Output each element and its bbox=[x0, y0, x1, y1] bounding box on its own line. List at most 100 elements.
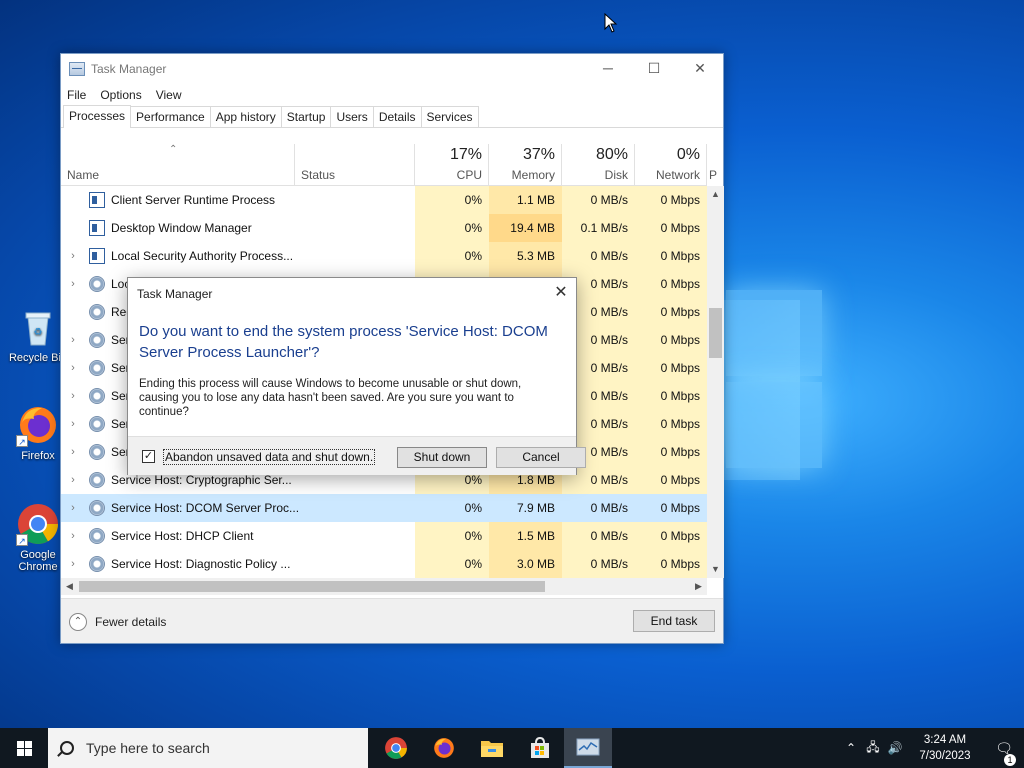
task-manager-icon bbox=[576, 738, 600, 756]
taskbar-search-box[interactable]: Type here to search bbox=[48, 728, 368, 768]
chrome-icon: ↗ bbox=[16, 502, 60, 546]
table-row[interactable]: Desktop Window Manager 0% 19.4 MB 0.1 MB/s 0… bbox=[61, 214, 707, 242]
taskbar-file-explorer-button[interactable] bbox=[468, 728, 516, 768]
wallpaper-windows-logo bbox=[720, 290, 824, 470]
column-header-status[interactable]: Status bbox=[295, 144, 415, 186]
disk-value: 0 MB/s bbox=[562, 522, 635, 550]
system-tray: ⌃ 🖧 🔊 3:24 AM 7/30/2023 🗨 1 bbox=[840, 728, 1024, 768]
memory-value: 7.9 MB bbox=[489, 494, 562, 522]
table-row[interactable]: › Service Host: DHCP Client 0% 1.5 MB 0 MB/s… bbox=[61, 522, 707, 550]
scroll-left-icon[interactable]: ◀ bbox=[61, 578, 78, 595]
chrome-icon bbox=[385, 737, 407, 759]
service-gear-icon bbox=[89, 332, 105, 348]
expand-chevron-icon[interactable]: › bbox=[61, 418, 85, 430]
windows-logo-icon bbox=[16, 740, 32, 756]
process-window-icon bbox=[89, 248, 105, 264]
expand-chevron-icon[interactable]: › bbox=[61, 502, 85, 514]
volume-icon[interactable]: 🔊 bbox=[884, 741, 906, 755]
end-task-button[interactable]: End task bbox=[633, 610, 715, 632]
expand-chevron-icon[interactable]: › bbox=[61, 446, 85, 458]
tab-strip: Processes Performance App history Startu… bbox=[61, 105, 723, 128]
taskbar-task-manager-button[interactable] bbox=[564, 728, 612, 768]
show-hidden-icons-button[interactable]: ⌃ bbox=[840, 741, 862, 755]
process-name: Service Host: DHCP Client bbox=[111, 529, 254, 543]
start-button[interactable] bbox=[0, 728, 48, 768]
network-value: 0 Mbps bbox=[635, 214, 707, 242]
vertical-scrollbar[interactable]: ▲ ▼ bbox=[707, 186, 724, 578]
network-value: 0 Mbps bbox=[635, 186, 707, 214]
close-button[interactable]: ✕ bbox=[677, 54, 723, 84]
fewer-details-button[interactable]: ⌃ Fewer details bbox=[69, 613, 166, 631]
column-header-network[interactable]: 0% Network bbox=[635, 144, 707, 186]
taskbar-clock[interactable]: 3:24 AM 7/30/2023 bbox=[906, 732, 984, 764]
expand-chevron-icon[interactable]: › bbox=[61, 362, 85, 374]
menu-options[interactable]: Options bbox=[100, 88, 141, 102]
network-value: 0 Mbps bbox=[635, 522, 707, 550]
tab-details[interactable]: Details bbox=[372, 106, 422, 127]
action-center-button[interactable]: 🗨 1 bbox=[984, 740, 1024, 766]
expand-chevron-icon[interactable]: › bbox=[61, 278, 85, 290]
tab-services[interactable]: Services bbox=[420, 106, 479, 127]
menu-file[interactable]: File bbox=[67, 88, 86, 102]
title-bar[interactable]: Task Manager ─ ☐ ✕ bbox=[61, 54, 723, 84]
network-value: 0 Mbps bbox=[635, 410, 707, 438]
column-header-name[interactable]: ⌃ Name bbox=[61, 144, 295, 186]
scroll-up-icon[interactable]: ▲ bbox=[707, 186, 724, 203]
horizontal-scrollbar[interactable]: ◀ ▶ bbox=[61, 578, 707, 595]
abandon-data-checkbox-label[interactable]: Abandon unsaved data and shut down. bbox=[163, 449, 376, 465]
taskbar-chrome-button[interactable] bbox=[372, 728, 420, 768]
folder-icon bbox=[481, 741, 503, 757]
process-name: Client Server Runtime Process bbox=[111, 193, 276, 207]
taskbar-store-button[interactable] bbox=[516, 728, 564, 768]
network-value: 0 Mbps bbox=[635, 438, 707, 466]
vertical-scroll-thumb[interactable] bbox=[709, 308, 722, 358]
column-header-memory[interactable]: 37% Memory bbox=[489, 144, 562, 186]
process-name: Service Host: DCOM Server Proc... bbox=[111, 501, 300, 515]
expand-chevron-icon[interactable]: › bbox=[61, 474, 85, 486]
maximize-button[interactable]: ☐ bbox=[631, 54, 677, 84]
process-name: Desktop Window Manager bbox=[111, 221, 252, 235]
firefox-icon bbox=[434, 738, 454, 758]
footer-bar: ⌃ Fewer details End task bbox=[61, 598, 723, 643]
shut-down-button[interactable]: Shut down bbox=[397, 447, 487, 468]
expand-chevron-icon[interactable]: › bbox=[61, 390, 85, 402]
column-header-cpu[interactable]: 17% CPU bbox=[415, 144, 489, 186]
tab-users[interactable]: Users bbox=[330, 106, 374, 127]
table-row[interactable]: › Service Host: DCOM Server Proc... 0% 7.9 … bbox=[61, 494, 707, 522]
abandon-data-checkbox[interactable]: ✓ bbox=[142, 450, 155, 463]
process-name: Local Security Authority Process... bbox=[111, 249, 294, 263]
column-header-disk[interactable]: 80% Disk bbox=[562, 144, 635, 186]
sort-ascending-icon: ⌃ bbox=[169, 144, 178, 155]
end-process-dialog: Task Manager ✕ Do you want to end the sy… bbox=[127, 277, 586, 475]
memory-value: 1.5 MB bbox=[489, 522, 562, 550]
clock-time: 3:24 AM bbox=[923, 734, 967, 746]
table-row[interactable]: › Local Security Authority Process... 0% 5.… bbox=[61, 242, 707, 270]
store-icon bbox=[531, 737, 549, 758]
scroll-down-icon[interactable]: ▼ bbox=[707, 561, 724, 578]
menu-view[interactable]: View bbox=[156, 88, 182, 102]
network-icon[interactable]: 🖧 bbox=[862, 738, 884, 759]
disk-value: 0 MB/s bbox=[562, 242, 635, 270]
table-row[interactable]: Client Server Runtime Process 0% 1.1 MB 0 M… bbox=[61, 186, 707, 214]
service-gear-icon bbox=[89, 472, 105, 488]
expand-chevron-icon[interactable]: › bbox=[61, 558, 85, 570]
tab-app-history[interactable]: App history bbox=[209, 106, 282, 127]
expand-chevron-icon[interactable]: › bbox=[61, 530, 85, 542]
tab-performance[interactable]: Performance bbox=[130, 106, 211, 127]
column-header-power[interactable]: P bbox=[707, 144, 725, 186]
table-row[interactable]: › Service Host: Diagnostic Policy ... 0% 3.… bbox=[61, 550, 707, 578]
cpu-value: 0% bbox=[415, 186, 489, 214]
horizontal-scroll-thumb[interactable] bbox=[79, 581, 545, 592]
search-icon bbox=[60, 741, 74, 755]
dialog-close-button[interactable]: ✕ bbox=[546, 278, 576, 308]
fewer-details-label: Fewer details bbox=[95, 615, 167, 629]
expand-chevron-icon[interactable]: › bbox=[61, 250, 85, 262]
tab-processes[interactable]: Processes bbox=[63, 105, 132, 128]
cpu-value: 0% bbox=[415, 494, 489, 522]
taskbar-firefox-button[interactable] bbox=[420, 728, 468, 768]
tab-startup[interactable]: Startup bbox=[280, 106, 332, 127]
cancel-button[interactable]: Cancel bbox=[496, 447, 586, 468]
scroll-right-icon[interactable]: ▶ bbox=[690, 578, 707, 595]
minimize-button[interactable]: ─ bbox=[585, 54, 631, 84]
expand-chevron-icon[interactable]: › bbox=[61, 334, 85, 346]
